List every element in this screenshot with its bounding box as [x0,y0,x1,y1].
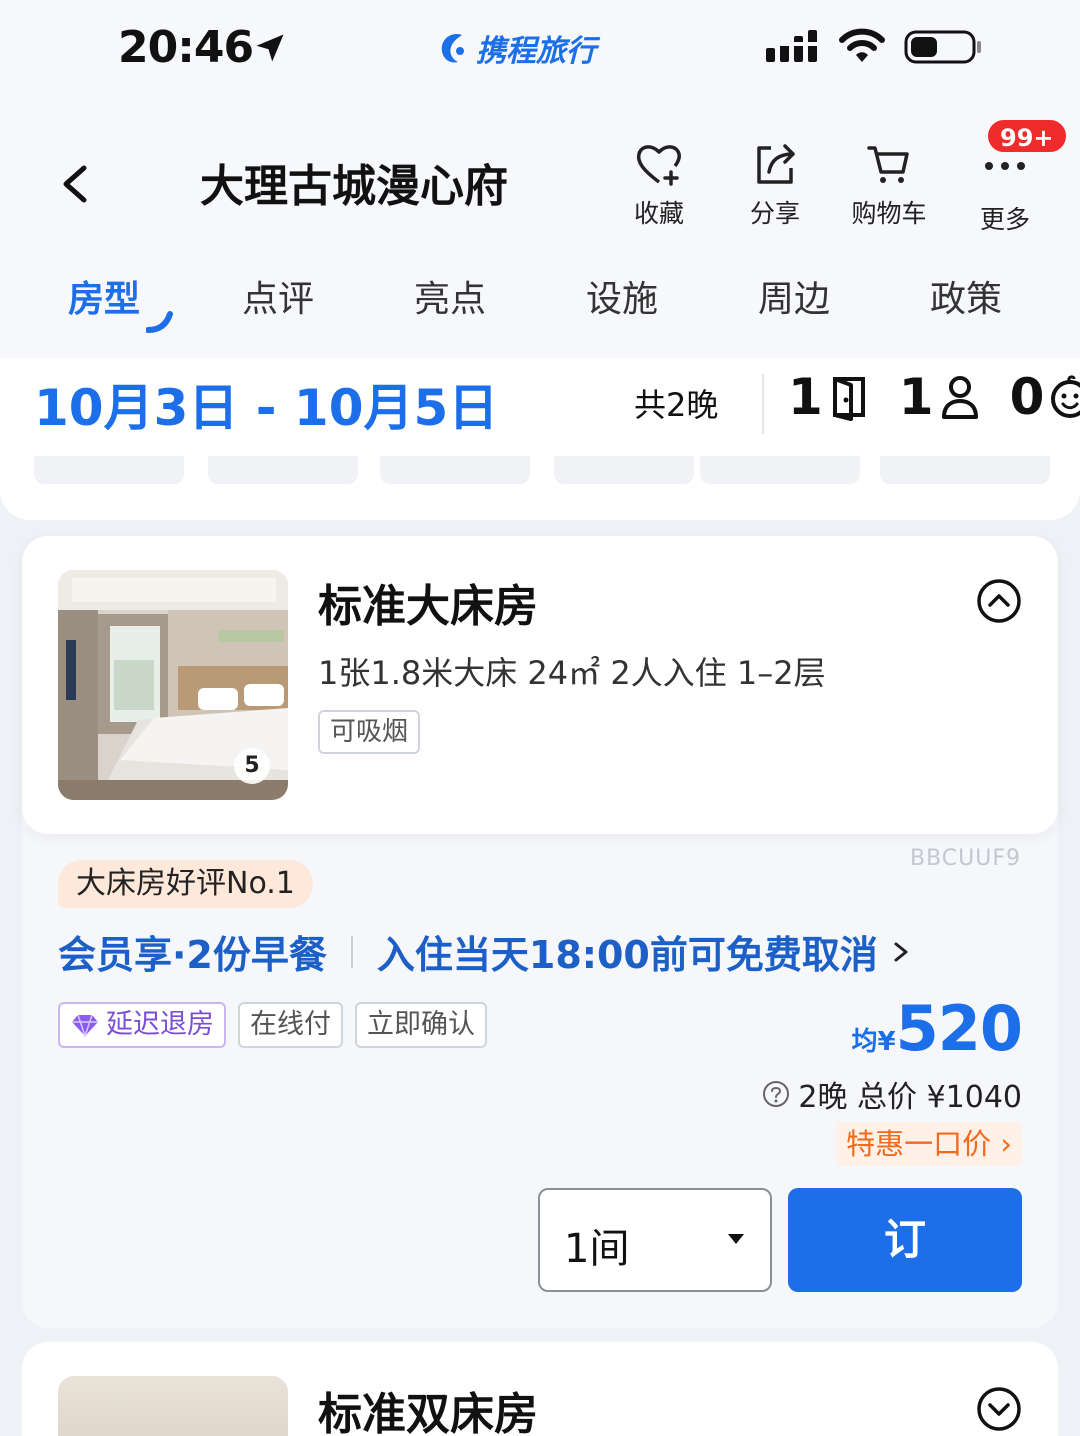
online-pay-tag: 在线付 [238,1002,343,1048]
share-label: 分享 [749,199,800,228]
cancel-policy: 入住当天18:00前可免费取消 [376,933,878,977]
room-card: 5 标准大床房 1张1.8米大床 24㎡ 2人入住 1–2层 可吸烟 BBCUU… [22,536,1058,1328]
rate-benefits[interactable]: 会员享·2份早餐 入住当天18:00前可免费取消 [58,924,914,979]
price-currency: ¥ [877,1027,896,1057]
battery-icon [904,30,981,64]
deal-label: 特惠一口价 [846,1127,992,1161]
price-prefix: 均 [851,1027,878,1057]
caret-down-icon [728,1234,744,1244]
instant-confirm-tag: 立即确认 [355,1002,487,1048]
room-card[interactable]: 标准双床房 [22,1342,1058,1436]
diamond-icon [72,1014,98,1038]
cart-button[interactable]: 购物车 [834,138,944,238]
divider [350,935,353,968]
tab-facilities[interactable]: 设施 [586,272,658,332]
filter-chip[interactable] [554,456,694,484]
room-quantity-select[interactable]: 1间 [538,1188,772,1292]
cart-label: 购物车 [851,199,927,228]
more-label: 更多 [979,205,1030,234]
notification-badge: 99+ [986,118,1068,154]
tab-room-types[interactable]: 房型 [68,272,140,332]
filter-chip[interactable] [34,456,184,484]
total-price-text: 2晚 总价 ¥1040 [798,1080,1022,1115]
filter-chip-strip [0,456,1080,520]
hotel-title: 大理古城漫心府 [200,161,508,212]
best-review-badge: 大床房好评No.1 [58,860,313,908]
room-spec: 1张1.8米大床 24㎡ 2人入住 1–2层 [318,654,826,692]
children-count: 0 [1009,368,1045,426]
location-arrow-icon [256,34,284,62]
wifi-icon [839,28,885,62]
adult-icon [941,376,978,419]
adults-count: 1 [898,368,934,426]
room-photo[interactable] [58,1376,288,1436]
breakfast-benefit: 会员享·2份早餐 [58,933,327,977]
smoking-tag: 可吸烟 [318,710,421,754]
book-button[interactable]: 订 [788,1188,1022,1292]
brand-logo: 携程旅行 [436,26,596,70]
room-photo[interactable]: 5 [58,570,288,800]
late-checkout-label: 延迟退房 [106,1009,214,1040]
adults-count-group: 1 [899,368,982,426]
photo-count: 5 [234,748,270,784]
room-quantity-value: 1间 [564,1226,630,1272]
nights-count: 共2晚 [634,386,719,424]
tab-highlights[interactable]: 亮点 [414,272,486,332]
room-summary[interactable]: 5 标准大床房 1张1.8米大床 24㎡ 2人入住 1–2层 可吸烟 [22,536,1058,834]
guest-selector[interactable]: 1 1 0 [788,368,1080,426]
active-tab-indicator [146,311,173,333]
rate-tags: 延迟退房 在线付 立即确认 [58,1002,487,1048]
collapse-chevron-up-icon[interactable] [976,578,1022,624]
favorite-label: 收藏 [633,199,684,228]
tab-policies[interactable]: 政策 [930,272,1002,332]
door-icon [832,377,865,421]
tab-nearby[interactable]: 周边 [758,272,830,332]
rooms-count-group: 1 [788,368,871,426]
dolphin-logo-icon [441,33,464,63]
favorite-button[interactable]: 收藏 [604,138,714,238]
filter-chip[interactable] [208,456,358,484]
chevron-right-icon: › [1000,1127,1012,1161]
divider [762,374,764,434]
back-arrow-icon[interactable] [50,154,102,214]
expand-chevron-down-icon[interactable] [976,1386,1022,1432]
late-checkout-tag: 延迟退房 [58,1002,226,1048]
hotel-header: 大理古城漫心府 收藏 分享 购物车 更多 99+ 房型 点评 亮点 设施 周边 … [0,96,1080,456]
rate-code: BBCUUF9 [910,846,1022,871]
date-guest-bar[interactable]: 10月3日 - 10月5日 共2晚 1 1 0 [0,358,1080,456]
total-price[interactable]: 2晚 总价 ¥1040 [762,1072,1022,1116]
question-circle-icon [763,1081,790,1107]
children-count-group: 0 [1010,368,1080,426]
filter-chip[interactable] [380,456,530,484]
nightly-price: 均 ¥ 520 [851,992,1023,1065]
heart-plus-icon [636,145,681,186]
rooms-count: 1 [788,368,823,426]
brand-name: 携程旅行 [476,34,596,69]
child-icon [1051,375,1080,418]
status-time: 20:46 [118,22,254,73]
tab-reviews[interactable]: 点评 [242,272,314,332]
signal-icon [766,30,822,62]
filter-chip[interactable] [880,456,1050,484]
status-bar: 20:46 携程旅行 [0,0,1080,96]
chevron-right-icon [894,942,908,961]
price-value: 520 [895,992,1023,1065]
share-icon [757,144,795,184]
room-name: 标准双床房 [318,1389,538,1436]
room-name: 标准大床房 [318,581,538,632]
share-button[interactable]: 分享 [720,138,830,238]
filter-chip[interactable] [700,456,860,484]
cart-icon [867,146,909,183]
special-deal-link[interactable]: 特惠一口价 › [836,1122,1022,1166]
stay-dates[interactable]: 10月3日 - 10月5日 [34,368,498,440]
